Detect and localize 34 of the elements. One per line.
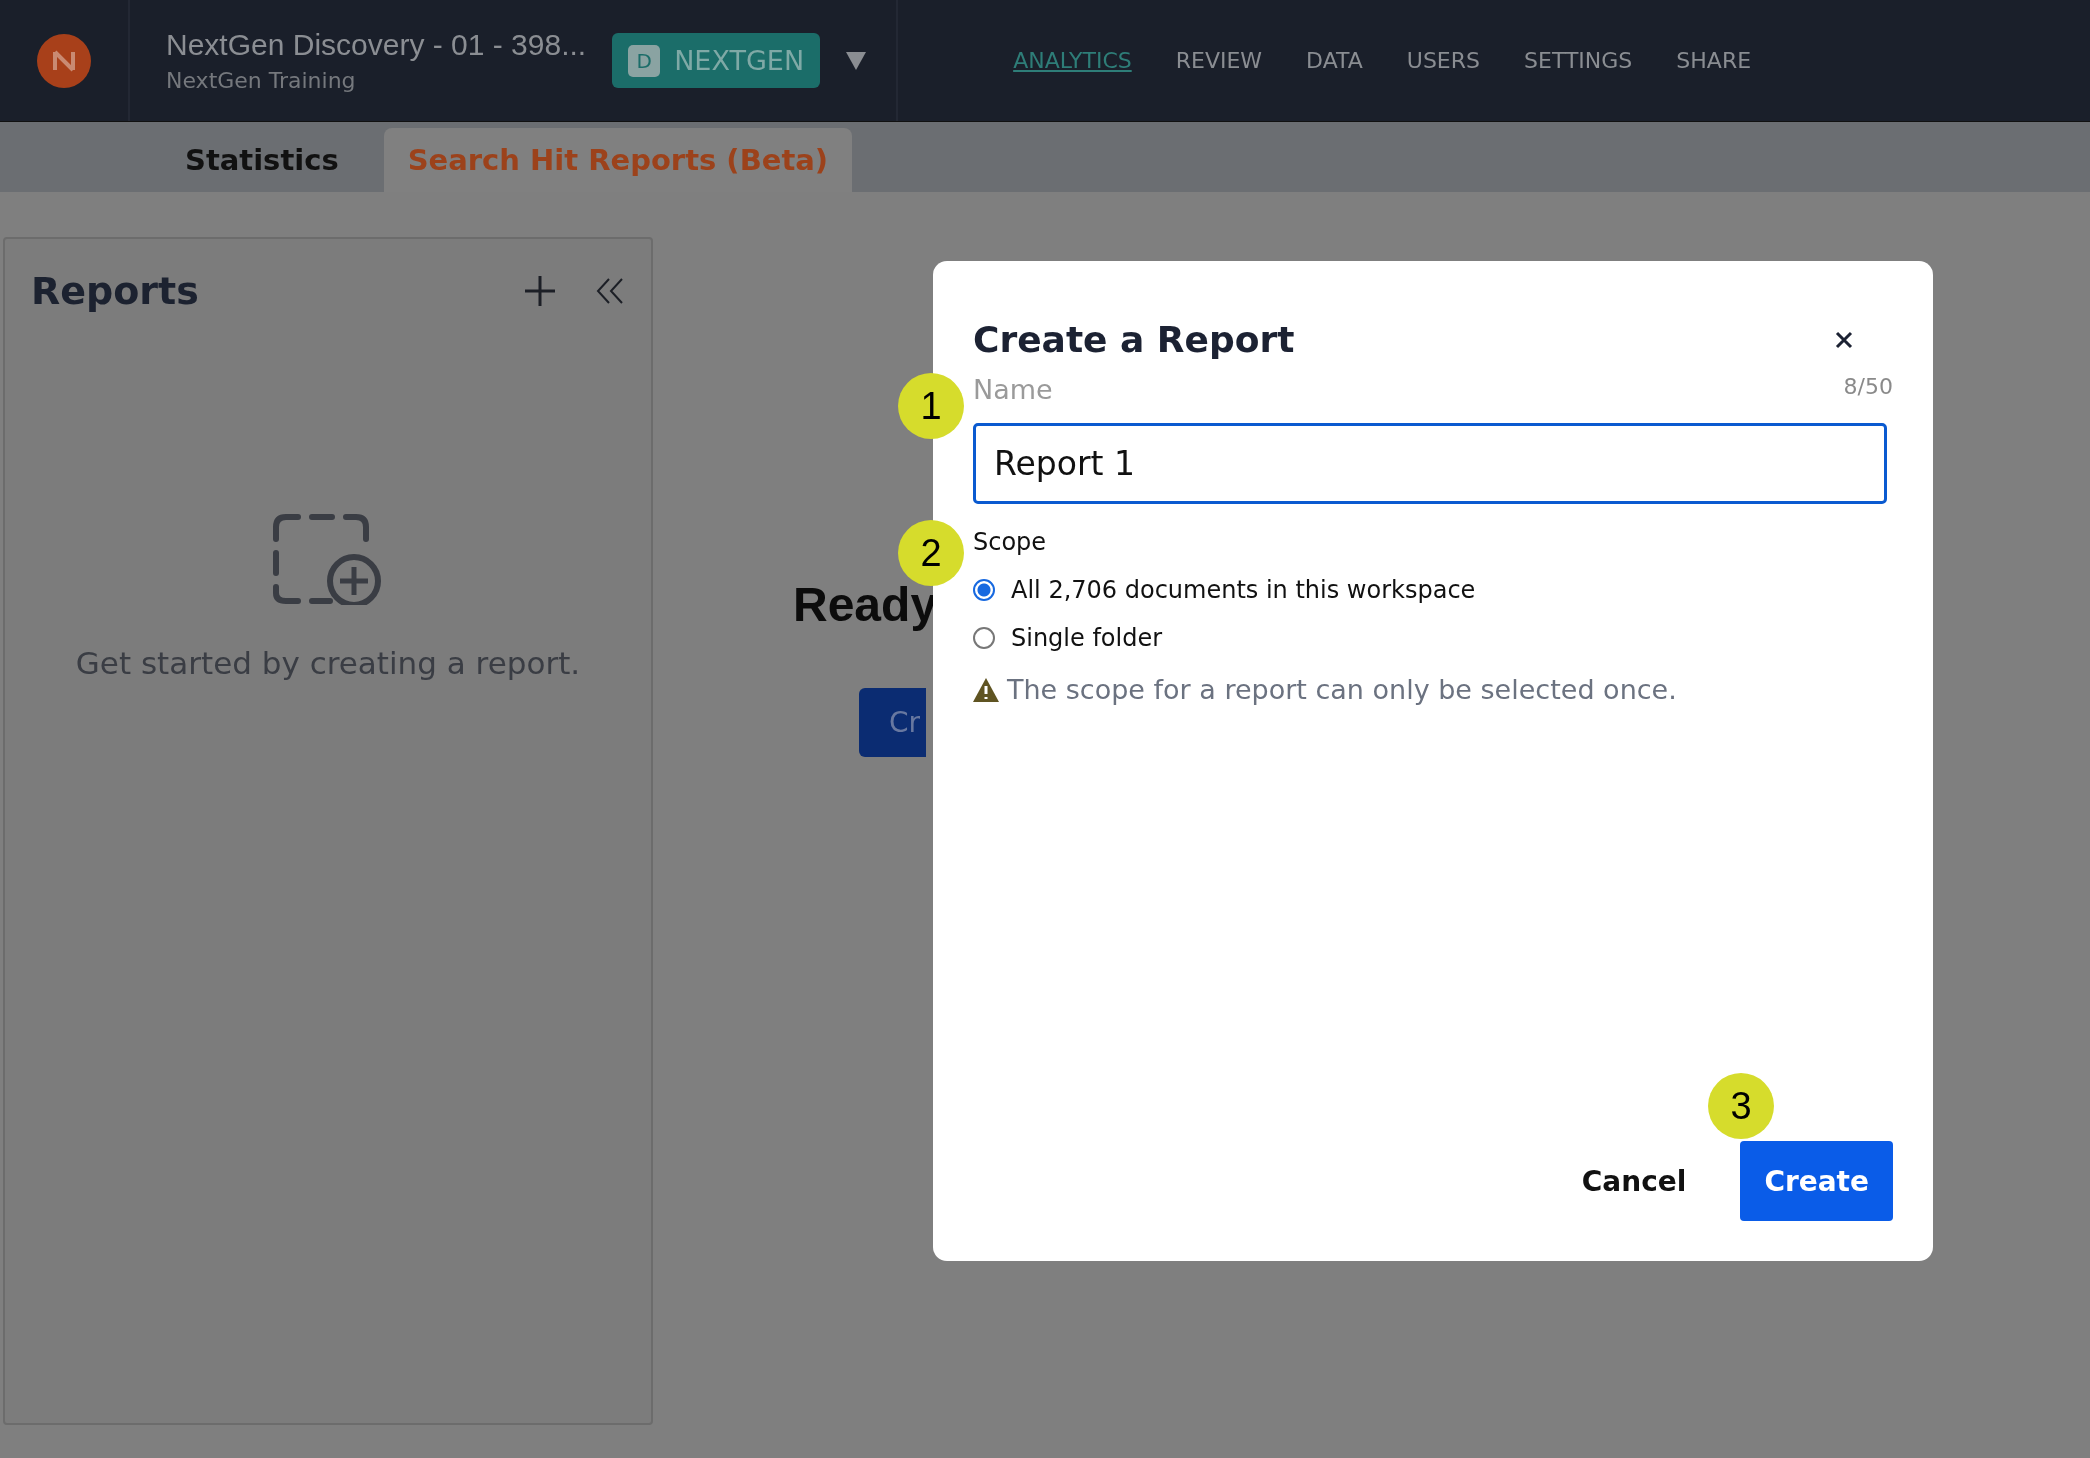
radio-option[interactable]: Single folder <box>973 624 1893 652</box>
step-callout: 2 <box>898 520 964 586</box>
tab[interactable]: Statistics <box>140 128 384 192</box>
nav-link[interactable]: ANALYTICS <box>1013 48 1132 73</box>
create-button[interactable]: Create <box>1740 1141 1893 1221</box>
cancel-button[interactable]: Cancel <box>1575 1163 1693 1199</box>
character-counter: 8/50 <box>1843 374 1893 401</box>
project-subtitle: NextGen Training <box>166 68 357 93</box>
nav-link[interactable]: USERS <box>1406 48 1480 73</box>
add-icon[interactable] <box>523 274 557 308</box>
logo-icon <box>37 33 91 88</box>
name-field[interactable]: Report 1 <box>973 423 1887 504</box>
radio-option[interactable]: All 2,706 documents in this workspace <box>973 576 1893 604</box>
panel-title: Reports <box>31 269 200 313</box>
project-title: NextGen Discovery - 01 - 398... <box>166 28 587 62</box>
warning-message: The scope for a report can only be selected once. <box>1007 674 1677 705</box>
nav-link[interactable]: REVIEW <box>1175 48 1263 73</box>
empty-message: Get started by creating a report. <box>75 645 581 681</box>
close-icon[interactable] <box>1835 330 1853 349</box>
step-callout: 3 <box>1708 1073 1774 1139</box>
nav-link[interactable]: DATA <box>1306 48 1363 73</box>
dropdown-caret-icon[interactable] <box>846 51 867 70</box>
create-report-button[interactable]: Cr <box>859 688 926 757</box>
warning-icon <box>973 677 999 702</box>
add-report-icon <box>272 513 384 605</box>
nav-link[interactable]: SHARE <box>1676 48 1752 73</box>
step-callout: 1 <box>898 373 964 439</box>
section-label: Scope <box>973 528 1048 556</box>
radio-button[interactable] <box>973 627 995 649</box>
dialog-title: Create a Report <box>973 319 1295 360</box>
field-label: Name <box>973 374 1053 405</box>
nav-link[interactable]: SETTINGS <box>1524 48 1633 73</box>
radio-button[interactable] <box>973 579 995 601</box>
collapse-icon[interactable] <box>595 276 625 306</box>
